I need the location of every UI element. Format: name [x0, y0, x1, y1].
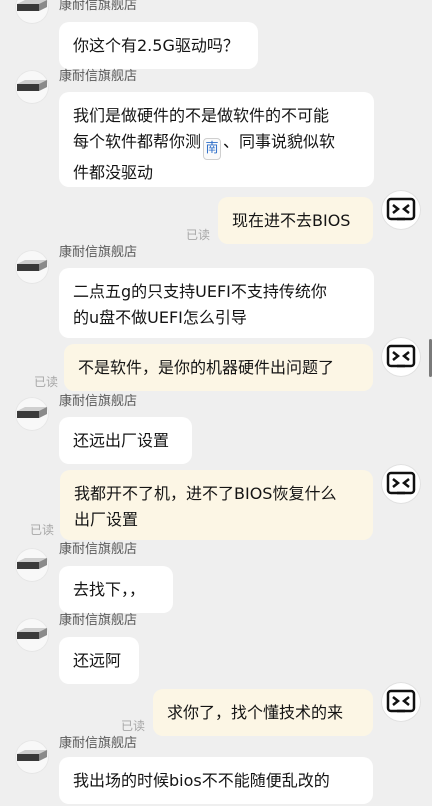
- shop-avatar[interactable]: [15, 0, 49, 24]
- message-text: 还远出厂设置: [73, 431, 170, 450]
- message-bubble-outgoing[interactable]: 不是软件，是你的机器硬件出问题了: [64, 344, 373, 391]
- read-receipt: 已读: [186, 228, 211, 242]
- message-bubble-outgoing[interactable]: 现在进不去BIOS: [218, 197, 373, 244]
- message-text: 出厂设置: [74, 510, 139, 529]
- shop-avatar[interactable]: [15, 250, 49, 284]
- message-text-part: 、同事说貌似软: [223, 132, 336, 151]
- message-text: 我都开不了机，进不了BIOS恢复什么: [74, 484, 337, 503]
- sender-name: 康耐信旗舰店: [59, 394, 138, 409]
- message-bubble-incoming[interactable]: 去找下，，: [59, 566, 173, 613]
- shop-avatar[interactable]: [15, 740, 49, 774]
- shop-avatar[interactable]: [15, 548, 49, 582]
- read-receipt: 已读: [34, 375, 59, 389]
- read-receipt: 已读: [30, 523, 55, 537]
- message-text: 二点五g的只支持UEFI不支持传统你: [73, 282, 327, 301]
- flag-emoji-icon: 南: [203, 138, 222, 160]
- sender-name: 康耐信旗舰店: [59, 245, 138, 260]
- sender-name: 康耐信旗舰店: [59, 69, 138, 84]
- message-bubble-incoming[interactable]: 还远出厂设置: [59, 417, 192, 464]
- message-bubble-outgoing[interactable]: 我都开不了机，进不了BIOS恢复什么 出厂设置: [60, 470, 373, 540]
- shop-avatar[interactable]: [15, 397, 49, 431]
- message-text: 现在进不去BIOS: [232, 211, 351, 230]
- message-bubble-incoming[interactable]: 我们是做硬件的不是做软件的不可能 每个软件都帮你测南、同事说貌似软 件都没驱动: [59, 92, 374, 187]
- message-text: 我出场的时候bios不不能随便乱改的: [73, 771, 330, 790]
- message-text: 你这个有2.5G驱动吗？: [73, 36, 239, 55]
- user-avatar[interactable]: [381, 337, 421, 377]
- shop-avatar[interactable]: [15, 70, 49, 104]
- sender-name: 康耐信旗舰店: [59, 0, 138, 13]
- read-receipt: 已读: [121, 719, 146, 733]
- message-text: 求你了，找个懂技术的来: [167, 703, 344, 722]
- message-text: 我们是做硬件的不是做软件的不可能: [73, 106, 330, 125]
- message-bubble-incoming[interactable]: 还远阿: [59, 637, 139, 684]
- user-avatar[interactable]: [381, 190, 421, 230]
- message-text-part: 每个软件都帮你测: [73, 132, 202, 151]
- message-text: 还远阿: [73, 651, 122, 670]
- message-text: 的u盘不做UEFI怎么引导: [73, 308, 247, 327]
- user-avatar[interactable]: [381, 682, 421, 722]
- sender-name: 康耐信旗舰店: [59, 736, 138, 751]
- message-bubble-outgoing[interactable]: 求你了，找个懂技术的来: [153, 689, 373, 736]
- sender-name: 康耐信旗舰店: [59, 542, 138, 557]
- message-text-line: 每个软件都帮你测南、同事说貌似软: [73, 129, 360, 160]
- message-bubble-incoming[interactable]: 二点五g的只支持UEFI不支持传统你 的u盘不做UEFI怎么引导: [59, 268, 374, 338]
- user-avatar[interactable]: [381, 464, 421, 504]
- message-text: 去找下，，: [73, 580, 146, 599]
- message-bubble-incoming[interactable]: 我出场的时候bios不不能随便乱改的: [59, 757, 373, 804]
- message-bubble-incoming[interactable]: 你这个有2.5G驱动吗？: [59, 22, 258, 69]
- sender-name: 康耐信旗舰店: [59, 613, 138, 628]
- message-text: 不是软件，是你的机器硬件出问题了: [78, 358, 335, 377]
- shop-avatar[interactable]: [15, 618, 49, 652]
- message-text: 件都没驱动: [73, 163, 154, 182]
